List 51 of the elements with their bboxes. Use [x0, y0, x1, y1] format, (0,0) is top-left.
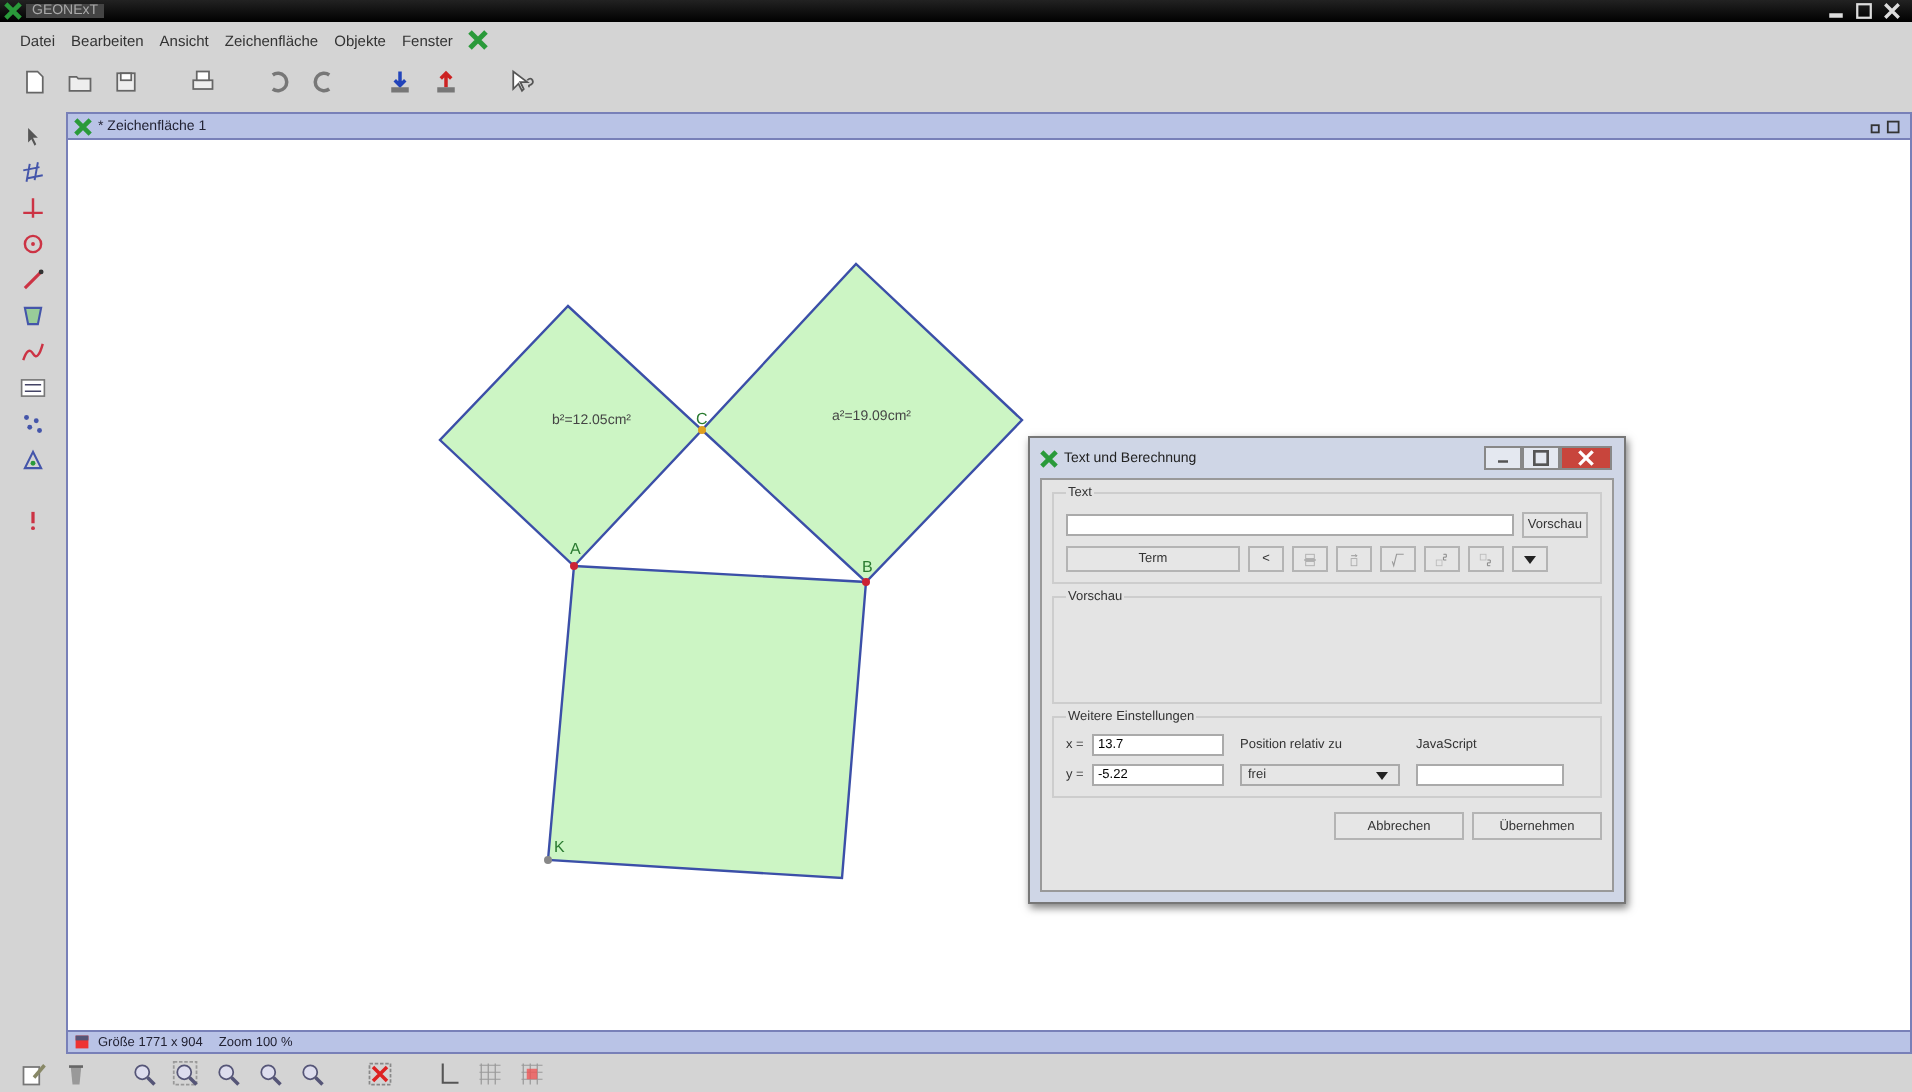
- points-icon[interactable]: [20, 410, 46, 438]
- app-logo-icon: [1040, 449, 1058, 467]
- point-label: C: [696, 410, 708, 428]
- segment-icon[interactable]: [20, 266, 46, 294]
- text-field[interactable]: [1066, 514, 1514, 536]
- fraction-icon: [1300, 551, 1320, 567]
- power-icon: [1432, 551, 1452, 567]
- javascript-field[interactable]: [1416, 764, 1564, 786]
- caret-icon: [1372, 767, 1392, 783]
- point[interactable]: [544, 856, 552, 864]
- vector-icon: [1344, 551, 1364, 567]
- print-icon[interactable]: [188, 68, 216, 96]
- text-tool-icon[interactable]: [20, 374, 46, 402]
- app-logo-icon: [4, 2, 22, 20]
- minimize-button[interactable]: [1484, 446, 1522, 470]
- app-logo-icon: [468, 30, 489, 50]
- parallel-lines-icon[interactable]: [20, 158, 46, 186]
- delete-icon[interactable]: [366, 1059, 394, 1087]
- edit-icon[interactable]: [20, 1059, 48, 1087]
- new-file-icon[interactable]: [20, 68, 48, 96]
- magnifier-icon[interactable]: [298, 1059, 326, 1087]
- undock-icon[interactable]: [1868, 117, 1904, 135]
- perpendicular-icon[interactable]: [20, 194, 46, 222]
- zoom-out-icon[interactable]: [256, 1059, 284, 1087]
- app-logo-icon: [74, 117, 92, 135]
- zoom-box-icon[interactable]: [172, 1059, 200, 1087]
- triangle-icon[interactable]: [20, 446, 46, 474]
- maximize-button[interactable]: [1522, 446, 1560, 470]
- close-icon[interactable]: [1880, 2, 1904, 20]
- point[interactable]: [862, 578, 870, 586]
- image-icon: [74, 1034, 90, 1050]
- help-icon[interactable]: [508, 68, 536, 96]
- magnifier-icon[interactable]: [130, 1059, 158, 1087]
- save-icon[interactable]: [112, 68, 140, 96]
- polygon-icon[interactable]: [20, 302, 46, 330]
- circle-icon[interactable]: [20, 230, 46, 258]
- point-label: B: [862, 558, 873, 576]
- upload-icon[interactable]: [432, 68, 460, 96]
- minimize-icon: [1498, 460, 1508, 463]
- point[interactable]: [570, 562, 578, 570]
- point-label: K: [554, 838, 565, 856]
- point-label: A: [570, 540, 581, 558]
- close-button[interactable]: [1560, 446, 1612, 470]
- dropdown-button[interactable]: [1512, 546, 1548, 572]
- download-icon[interactable]: [386, 68, 414, 96]
- subscript-icon: [1476, 551, 1496, 567]
- point[interactable]: [698, 426, 706, 434]
- sqrt-icon: [1388, 551, 1408, 567]
- maximize-icon[interactable]: [1852, 2, 1876, 20]
- caret-icon: [1520, 551, 1540, 567]
- zoom-in-icon[interactable]: [214, 1059, 242, 1087]
